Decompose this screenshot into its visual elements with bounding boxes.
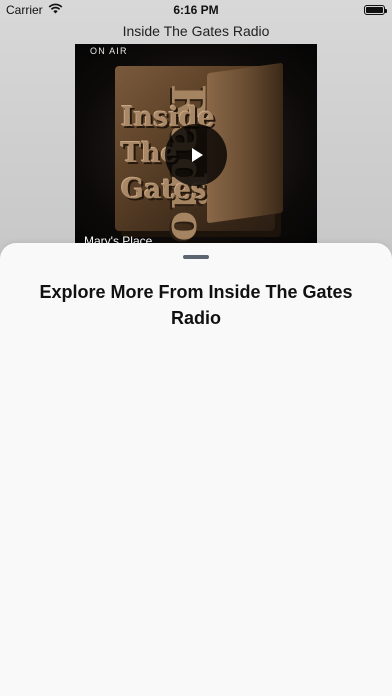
status-time: 6:16 PM (173, 3, 219, 17)
nav-title: Inside The Gates Radio (122, 23, 270, 39)
on-air-badge: ON AIR (90, 46, 128, 56)
play-button[interactable] (165, 124, 227, 186)
status-bar: Carrier 6:16 PM (0, 0, 392, 20)
battery-icon (364, 5, 387, 15)
battery-level-fill (366, 7, 383, 13)
explore-sheet[interactable]: Explore More From Inside The Gates Radio (0, 243, 392, 696)
app-screen: Carrier 6:16 PM Inside The Gates Radio O… (0, 0, 392, 696)
station-artwork: ON AIR Radio Inside The Gates Mary's Pla… (75, 44, 317, 249)
play-icon (192, 148, 203, 162)
sheet-grabber[interactable] (183, 255, 209, 259)
sheet-title: Explore More From Inside The Gates Radio (39, 282, 353, 328)
